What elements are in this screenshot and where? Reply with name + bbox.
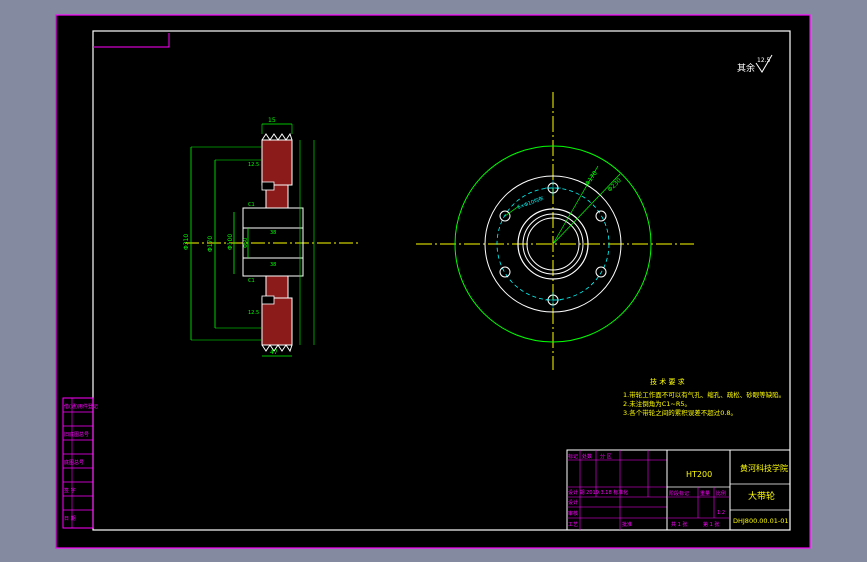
row-label-0: 设计 (568, 499, 578, 506)
tech-req-item-2: 2.未注倒角为C1~R5。 (623, 399, 691, 408)
header-cell-1: 处数 (582, 453, 592, 460)
drawing-sheet (55, 14, 811, 549)
dim-hub-dia: Φ100 (227, 234, 234, 250)
header-cell-2: 分 区 (600, 453, 612, 460)
stamp-2: 旧底图总号 (64, 431, 89, 438)
dim-pitch-dia: Φ170 (207, 236, 214, 252)
stamp-0: 借(通)用件登记 (64, 403, 98, 410)
sheet-total: 共 1 张 (671, 521, 687, 528)
cad-drawing-canvas: 其余 12.5 Φ310 Φ170 Φ100 Φ50 15 47 C1 C1 1… (55, 14, 811, 549)
material: HT200 (686, 470, 712, 479)
school-name: 黄河科技学院 (740, 463, 788, 473)
scale-value: 1:2 (717, 510, 725, 516)
rim-upper-section (261, 139, 293, 186)
tech-req-item-1: 1.带轮工作面不可以有气孔、缩孔、疏松、砂眼等缺陷。 (623, 390, 785, 399)
dim-outer-dia: Φ310 (183, 234, 190, 250)
stage-label-1: 重量 (700, 490, 710, 497)
row-label-3: 批准 (622, 521, 632, 528)
dim-bore-dia: Φ50 (243, 238, 249, 248)
header-cell-0: 标记 (568, 453, 578, 460)
stamp-6: 签 字 (64, 487, 76, 494)
drawing-number: DHJ800.00.01-01 (733, 517, 789, 525)
web-lower-section (265, 275, 289, 299)
svg-text:38: 38 (270, 262, 276, 268)
svg-text:38: 38 (270, 230, 276, 236)
row-label-2: 工艺 (568, 522, 578, 528)
svg-text:C1: C1 (248, 202, 255, 208)
tech-req-item-3: 3.各个带轮之间的累积误差不超过0.8。 (623, 408, 737, 417)
part-name: 大带轮 (748, 490, 775, 502)
stage-label-2: 比例 (716, 490, 726, 497)
svg-text:12.5: 12.5 (248, 162, 259, 168)
sheet-number: 第 1 张 (703, 521, 719, 528)
svg-text:12.5: 12.5 (248, 310, 259, 316)
stamp-8: 日 期 (64, 516, 76, 522)
tech-req-title: 技 术 要 求 (650, 377, 685, 386)
rim-lower-section (261, 297, 293, 346)
stage-label-0: 阶段标记 (669, 490, 689, 497)
svg-text:C1: C1 (248, 278, 255, 284)
roughness-label: 其余 (737, 62, 755, 74)
stamp-4: 底图总号 (64, 459, 84, 466)
dim-top-width: 15 (268, 117, 276, 124)
row-label-1: 审核 (568, 510, 578, 517)
design-row: 设计 胡 2019.3.18 标准化 (568, 489, 628, 496)
dim-hub-len: 47 (270, 349, 278, 356)
roughness-value: 12.5 (757, 57, 771, 64)
